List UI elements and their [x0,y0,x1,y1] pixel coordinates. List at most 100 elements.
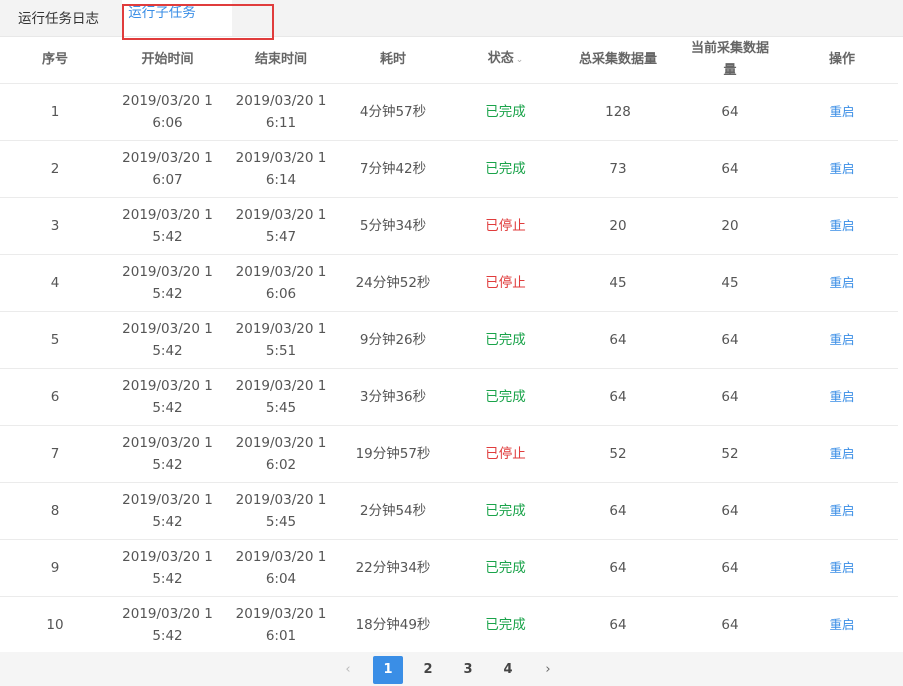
cell-index: 3 [0,197,110,255]
cell-current: 64 [674,83,786,141]
table-row: 6 2019/03/20 1 5:42 2019/03/20 1 5:45 3分钟36秒已… [0,368,898,426]
cell-status: 已完成 [449,311,562,369]
cell-duration: 18分钟49秒 [337,596,449,654]
cell-start-time-line1: 2019/03/20 1 [122,149,213,166]
restart-link[interactable]: 重启 [829,161,854,176]
cell-start-time: 2019/03/20 1 5:42 [110,368,225,426]
col-header-end-time: 结束时间 [225,37,337,84]
cell-start-time-line2: 5:42 [152,456,183,473]
cell-start-time-line1: 2019/03/20 1 [122,491,213,508]
col-header-index: 序号 [0,37,110,84]
col-header-total: 总采集数据量 [562,37,674,84]
cell-end-time: 2019/03/20 1 6:01 [225,596,337,654]
tab-subtask[interactable]: 运行子任务 [122,0,232,36]
col-header-status[interactable]: 状态 ⌄ [449,37,562,84]
tab-task-log[interactable]: 运行任务日志 [18,0,99,36]
cell-start-time-line1: 2019/03/20 1 [122,263,213,280]
restart-link[interactable]: 重启 [829,275,854,290]
cell-end-time-line2: 6:04 [265,570,297,587]
cell-duration: 5分钟34秒 [337,197,449,255]
cell-end-time: 2019/03/20 1 5:47 [225,197,337,255]
cell-current: 64 [674,596,786,654]
table-row: 7 2019/03/20 1 5:42 2019/03/20 1 6:02 19分钟57秒… [0,425,898,483]
col-header-duration: 耗时 [337,37,449,84]
cell-status: 已完成 [449,482,562,540]
cell-start-time-line1: 2019/03/20 1 [122,320,213,337]
cell-current: 20 [674,197,786,255]
cell-index: 5 [0,311,110,369]
chevron-right-icon[interactable]: › [533,656,563,684]
restart-link[interactable]: 重启 [829,617,854,632]
page-button-2[interactable]: 2 [413,656,443,684]
cell-current: 64 [674,311,786,369]
cell-duration: 9分钟26秒 [337,311,449,369]
restart-link[interactable]: 重启 [829,104,854,119]
cell-start-time-line2: 5:42 [152,228,183,245]
cell-end-time-line1: 2019/03/20 1 [235,263,327,280]
cell-index: 9 [0,539,110,597]
cell-start-time: 2019/03/20 1 5:42 [110,197,225,255]
cell-start-time-line1: 2019/03/20 1 [122,206,213,223]
cell-end-time-line2: 6:11 [265,114,297,131]
cell-total: 64 [562,311,674,369]
col-header-action: 操作 [786,37,898,84]
restart-link[interactable]: 重启 [829,218,854,233]
restart-link[interactable]: 重启 [829,503,854,518]
restart-link[interactable]: 重启 [829,446,854,461]
page-button-1[interactable]: 1 [373,656,403,684]
cell-duration: 3分钟36秒 [337,368,449,426]
cell-action: 重启 [786,197,898,255]
cell-duration: 19分钟57秒 [337,425,449,483]
cell-total: 128 [562,83,674,141]
cell-start-time-line1: 2019/03/20 1 [122,434,213,451]
cell-index: 1 [0,83,110,141]
cell-end-time: 2019/03/20 1 5:51 [225,311,337,369]
cell-end-time: 2019/03/20 1 5:45 [225,368,337,426]
cell-start-time-line1: 2019/03/20 1 [122,548,213,565]
cell-start-time-line2: 6:06 [152,114,183,131]
cell-status: 已停止 [449,197,562,255]
cell-end-time-line1: 2019/03/20 1 [235,605,327,622]
cell-status: 已完成 [449,140,562,198]
cell-index: 2 [0,140,110,198]
cell-duration: 7分钟42秒 [337,140,449,198]
cell-current: 52 [674,425,786,483]
table-row: 9 2019/03/20 1 5:42 2019/03/20 1 6:04 22分钟34秒… [0,539,898,597]
page-button-4[interactable]: 4 [493,656,523,684]
cell-status: 已完成 [449,539,562,597]
cell-start-time-line2: 5:42 [152,627,183,644]
cell-total: 20 [562,197,674,255]
cell-start-time: 2019/03/20 1 5:42 [110,425,225,483]
chevron-left-icon[interactable]: ‹ [333,656,363,684]
cell-start-time-line2: 6:07 [152,171,183,188]
table-row: 2 2019/03/20 1 6:07 2019/03/20 1 6:14 7分钟42秒已… [0,140,898,198]
cell-end-time-line1: 2019/03/20 1 [235,320,327,337]
chevron-down-icon[interactable]: ⌄ [516,55,524,65]
cell-start-time-line1: 2019/03/20 1 [122,92,213,109]
cell-end-time-line1: 2019/03/20 1 [235,377,327,394]
cell-action: 重启 [786,425,898,483]
cell-start-time: 2019/03/20 1 5:42 [110,539,225,597]
cell-start-time: 2019/03/20 1 6:07 [110,140,225,198]
cell-end-time-line2: 6:14 [265,171,297,188]
cell-index: 7 [0,425,110,483]
page-button-3[interactable]: 3 [453,656,483,684]
cell-end-time: 2019/03/20 1 5:45 [225,482,337,540]
col-header-current: 当前采集数据 量 [674,37,786,84]
cell-current: 64 [674,482,786,540]
restart-link[interactable]: 重启 [829,332,854,347]
cell-end-time-line2: 5:45 [265,399,297,416]
cell-action: 重启 [786,539,898,597]
cell-duration: 4分钟57秒 [337,83,449,141]
col-header-current-line1: 当前采集数据 [690,40,769,56]
cell-index: 6 [0,368,110,426]
cell-end-time: 2019/03/20 1 6:14 [225,140,337,198]
table-row: 5 2019/03/20 1 5:42 2019/03/20 1 5:51 9分钟26秒已… [0,311,898,369]
table-row: 3 2019/03/20 1 5:42 2019/03/20 1 5:47 5分钟34秒已… [0,197,898,255]
restart-link[interactable]: 重启 [829,560,854,575]
restart-link[interactable]: 重启 [829,389,854,404]
cell-end-time: 2019/03/20 1 6:06 [225,254,337,312]
cell-start-time-line2: 5:42 [152,399,183,416]
cell-duration: 24分钟52秒 [337,254,449,312]
col-header-current-line2: 量 [723,62,737,78]
